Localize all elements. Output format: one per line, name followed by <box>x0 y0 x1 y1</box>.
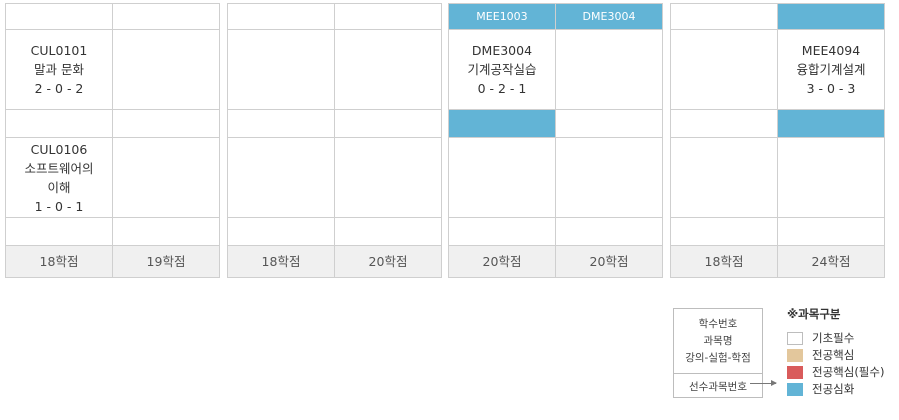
course-cell <box>335 138 442 218</box>
legend-key-lines: 학수번호 과목명 강의-실험-학점 <box>674 309 762 374</box>
semester-credits: 24학점 <box>778 246 885 278</box>
legend-item-major-core-required: 전공핵심(필수) <box>787 364 884 380</box>
prereq-cell <box>556 110 663 138</box>
prereq-badge-dme3004[interactable]: DME3004 <box>556 4 663 30</box>
course-cell-mee4094[interactable]: MEE4094 융합기계설계 3 - 0 - 3 <box>778 30 885 110</box>
year-4-block: MEE4094 융합기계설계 3 - 0 - 3 18학점 24학점 <box>670 3 885 278</box>
arrow-icon <box>750 380 777 386</box>
prereq-cell <box>335 4 442 30</box>
year-3-block: MEE1003 DME3004 DME3004 기계공작실습 0 - 2 - 1… <box>448 3 663 278</box>
prereq-cell <box>228 4 335 30</box>
semester-credits: 18학점 <box>671 246 778 278</box>
empty-cell <box>228 218 335 246</box>
legend-label: 전공핵심(필수) <box>812 365 885 379</box>
legend-label: 전공심화 <box>812 382 855 396</box>
semester-credits: 20학점 <box>556 246 663 278</box>
semester-credits: 20학점 <box>449 246 556 278</box>
legend-swatch <box>787 331 803 345</box>
semester-credits: 18학점 <box>228 246 335 278</box>
legend-item-major-core: 전공핵심 <box>787 347 854 363</box>
course-cell-dme3004[interactable]: DME3004 기계공작실습 0 - 2 - 1 <box>449 30 556 110</box>
legend-item-basic-required: 기초필수 <box>787 330 854 346</box>
course-cell <box>671 30 778 110</box>
course-cell <box>778 138 885 218</box>
course-cell <box>449 138 556 218</box>
course-cell-cul0106[interactable]: CUL0106 소프트웨어의 이해 1 - 0 - 1 <box>6 138 113 218</box>
prereq-bar <box>449 110 556 138</box>
course-cell <box>556 30 663 110</box>
legend-swatch <box>787 365 803 379</box>
prereq-cell <box>671 110 778 138</box>
prereq-cell <box>228 110 335 138</box>
year-1-block: CUL0101 말과 문화 2 - 0 - 2 CUL0106 소프트웨어의 이… <box>5 3 220 278</box>
empty-cell <box>449 218 556 246</box>
course-cell <box>228 30 335 110</box>
semester-credits: 19학점 <box>113 246 220 278</box>
empty-cell <box>556 218 663 246</box>
course-cell-cul0101[interactable]: CUL0101 말과 문화 2 - 0 - 2 <box>6 30 113 110</box>
course-cell <box>671 138 778 218</box>
legend-course-name: 과목명 <box>703 334 733 347</box>
prereq-cell <box>113 110 220 138</box>
empty-cell <box>335 218 442 246</box>
legend-swatch <box>787 348 803 362</box>
prereq-cell <box>6 4 113 30</box>
prereq-bar <box>778 4 885 30</box>
legend-label: 기초필수 <box>812 331 855 345</box>
course-cell <box>556 138 663 218</box>
course-cell <box>335 30 442 110</box>
course-cell <box>113 30 220 110</box>
course-cell <box>113 138 220 218</box>
prereq-cell <box>113 4 220 30</box>
empty-cell <box>778 218 885 246</box>
prereq-cell <box>335 110 442 138</box>
empty-cell <box>6 218 113 246</box>
legend-item-major-advanced: 전공심화 <box>787 381 854 397</box>
semester-credits: 18학점 <box>6 246 113 278</box>
legend-swatch <box>787 382 803 396</box>
legend-key-box: 학수번호 과목명 강의-실험-학점 선수과목번호 <box>673 308 763 398</box>
legend-prereq-label: 선수과목번호 <box>689 380 747 393</box>
legend-title: ※과목구분 <box>787 307 841 321</box>
legend-label: 전공핵심 <box>812 348 855 362</box>
empty-cell <box>113 218 220 246</box>
empty-cell <box>671 218 778 246</box>
legend-course-number: 학수번호 <box>698 317 738 330</box>
legend-credit-format: 강의-실험-학점 <box>685 351 751 364</box>
prereq-cell <box>6 110 113 138</box>
prereq-bar <box>778 110 885 138</box>
semester-credits: 20학점 <box>335 246 442 278</box>
prereq-cell <box>671 4 778 30</box>
course-cell <box>228 138 335 218</box>
year-2-block: 18학점 20학점 <box>227 3 442 278</box>
prereq-badge-mee1003[interactable]: MEE1003 <box>449 4 556 30</box>
